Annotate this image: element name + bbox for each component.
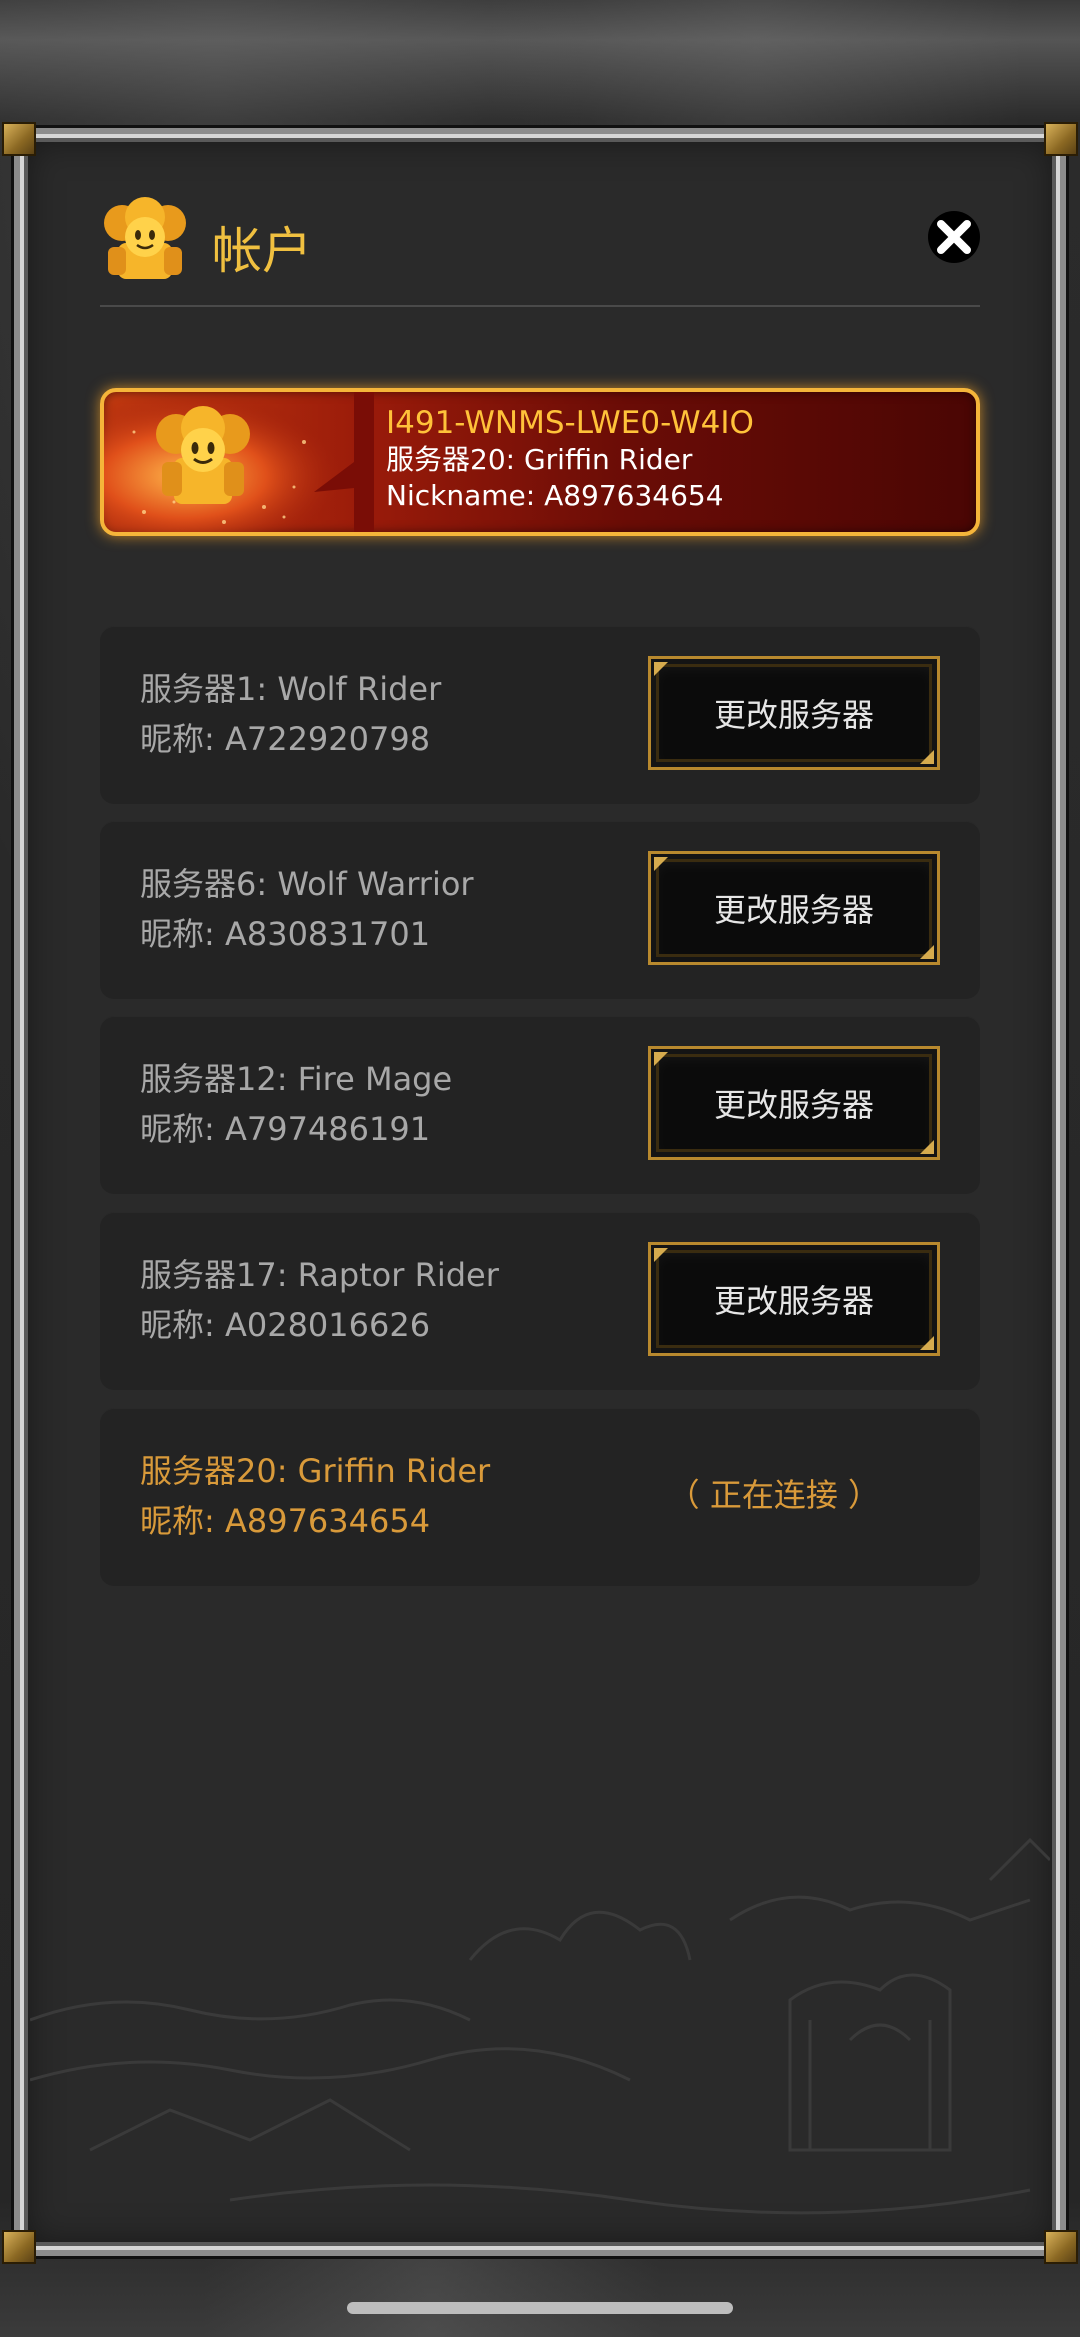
change-server-label: 更改服务器 <box>713 1086 874 1124</box>
server-row: 服务器6: Wolf Warrior 昵称: A830831701 更改服务器 <box>100 821 980 999</box>
change-server-label: 更改服务器 <box>713 696 874 734</box>
change-server-label: 更改服务器 <box>713 1282 874 1320</box>
mascot-icon <box>104 392 374 532</box>
connecting-status: （ 正在连接 ） <box>667 1476 880 1514</box>
server-nickname: 昵称: A897634654 <box>140 1502 431 1540</box>
current-server: 服务器20: Griffin Rider <box>386 443 693 476</box>
change-server-label: 更改服务器 <box>713 891 874 929</box>
panel-corner-ornament <box>1044 122 1078 156</box>
server-nickname: 昵称: A722920798 <box>140 720 431 758</box>
server-name: 服务器12: Fire Mage <box>140 1060 453 1098</box>
server-row: 服务器12: Fire Mage 昵称: A797486191 更改服务器 <box>100 1016 980 1194</box>
close-icon[interactable] <box>926 209 982 265</box>
page-title: 帐户 <box>212 222 312 280</box>
current-account-details: I491-WNMS-LWE0-W4IO 服务器20: Griffin Rider… <box>386 404 754 514</box>
server-nickname: 昵称: A797486191 <box>140 1110 431 1148</box>
mascot-icon <box>104 197 186 279</box>
current-account-card: I491-WNMS-LWE0-W4IO 服务器20: Griffin Rider… <box>100 388 980 536</box>
change-server-button[interactable]: 更改服务器 <box>648 1242 940 1356</box>
panel-corner-ornament <box>2 122 36 156</box>
account-id: I491-WNMS-LWE0-W4IO <box>386 405 754 441</box>
server-name: 服务器1: Wolf Rider <box>140 670 442 708</box>
home-indicator[interactable] <box>347 2302 733 2314</box>
account-header: 帐户 <box>100 195 980 307</box>
server-name: 服务器6: Wolf Warrior <box>140 865 474 903</box>
server-nickname: 昵称: A028016626 <box>140 1306 431 1344</box>
server-name: 服务器17: Raptor Rider <box>140 1256 499 1294</box>
server-name: 服务器20: Griffin Rider <box>140 1452 491 1490</box>
server-row: 服务器1: Wolf Rider 昵称: A722920798 更改服务器 <box>100 626 980 804</box>
server-row: 服务器17: Raptor Rider 昵称: A028016626 更改服务器 <box>100 1212 980 1390</box>
current-nickname: Nickname: A897634654 <box>386 479 724 512</box>
change-server-button[interactable]: 更改服务器 <box>648 656 940 770</box>
server-nickname: 昵称: A830831701 <box>140 915 431 953</box>
change-server-button[interactable]: 更改服务器 <box>648 851 940 965</box>
change-server-button[interactable]: 更改服务器 <box>648 1046 940 1160</box>
server-row-current: 服务器20: Griffin Rider 昵称: A897634654 （ 正在… <box>100 1408 980 1586</box>
landscape-sketch-decoration <box>30 1837 1050 2215</box>
